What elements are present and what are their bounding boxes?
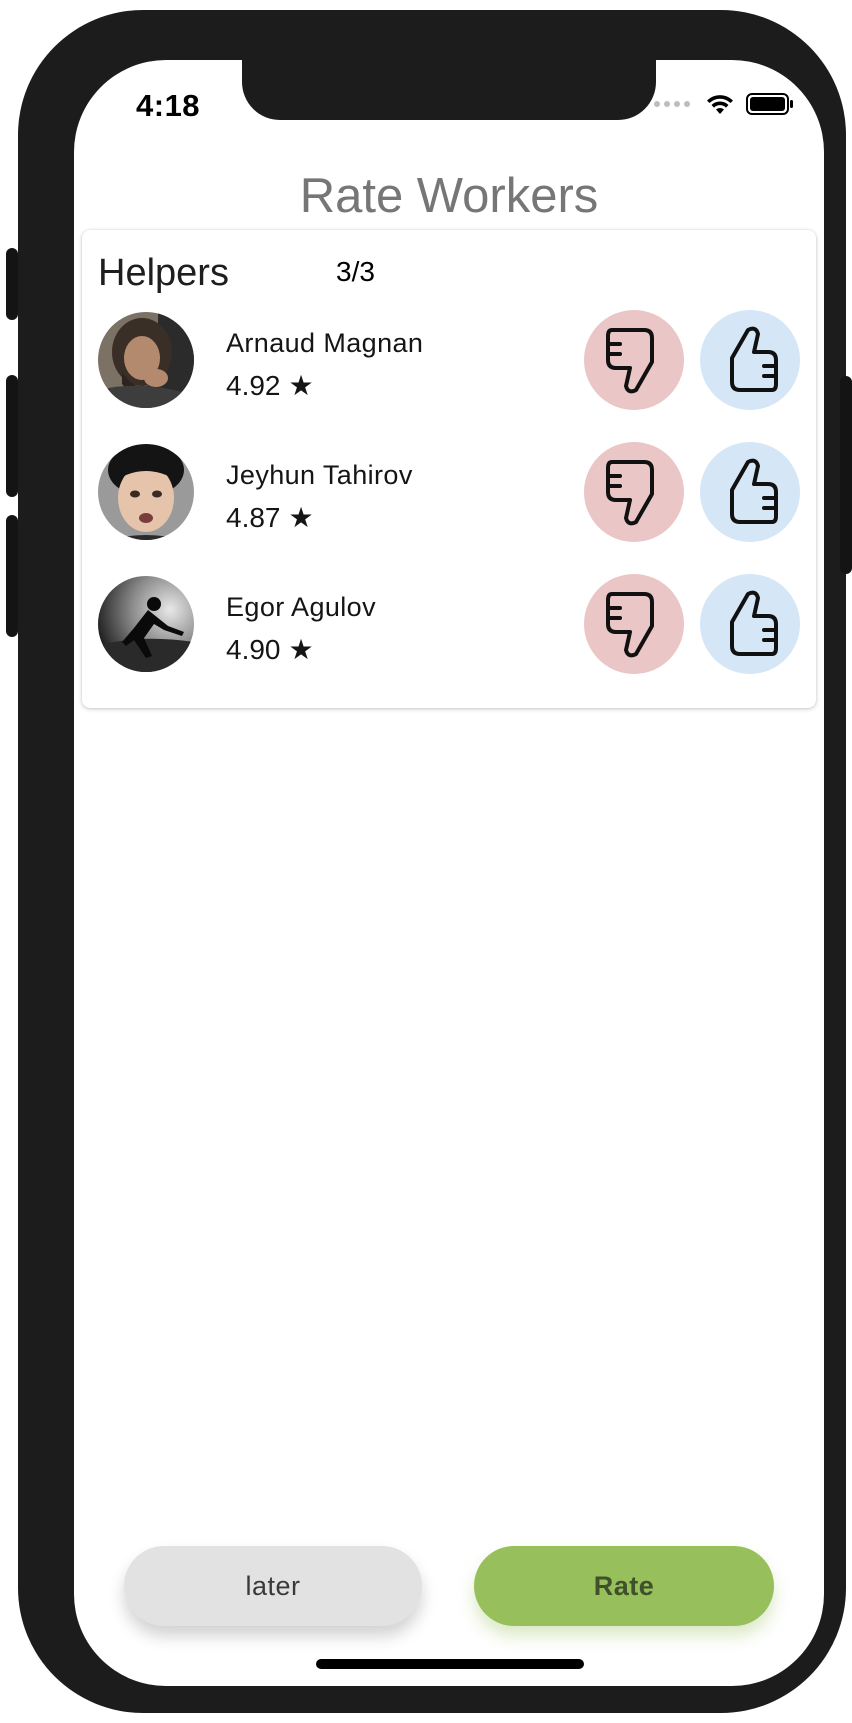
- thumbs-up-icon: [730, 590, 778, 656]
- worker-row: Arnaud Magnan 4.92 ★: [82, 310, 816, 412]
- volume-down-button: [6, 515, 18, 637]
- star-icon: ★: [288, 370, 314, 401]
- power-button: [840, 376, 852, 574]
- thumbs-down-button[interactable]: [584, 310, 684, 410]
- star-icon: ★: [288, 502, 314, 533]
- rating-value: 4.92: [226, 370, 281, 401]
- rate-button[interactable]: Rate: [474, 1546, 774, 1626]
- worker-name: Egor Agulov: [226, 592, 376, 622]
- thumbs-up-icon: [730, 326, 778, 392]
- thumbs-up-button[interactable]: [700, 574, 800, 674]
- worker-rating: 4.92 ★: [226, 370, 314, 402]
- thumbs-down-icon: [606, 592, 654, 658]
- status-time: 4:18: [136, 88, 201, 123]
- app-screen: 4:18 Rate Workers Helpers 3/3 Arnaud Mag…: [74, 60, 824, 1686]
- worker-avatar: [98, 312, 194, 408]
- status-icons: [654, 92, 794, 116]
- thumbs-up-button[interactable]: [700, 442, 800, 542]
- cellular-icon: [654, 101, 690, 107]
- thumbs-down-icon: [606, 460, 654, 526]
- later-button[interactable]: later: [124, 1546, 422, 1626]
- worker-rating: 4.90 ★: [226, 634, 314, 666]
- wifi-icon: [707, 95, 733, 114]
- device-frame: 4:18 Rate Workers Helpers 3/3 Arnaud Mag…: [18, 10, 846, 1713]
- worker-rating: 4.87 ★: [226, 502, 314, 534]
- star-icon: ★: [288, 634, 314, 665]
- rating-value: 4.87: [226, 502, 281, 533]
- notch: [242, 60, 656, 120]
- rating-value: 4.90: [226, 634, 281, 665]
- thumbs-up-icon: [730, 458, 778, 524]
- volume-up-button: [6, 375, 18, 497]
- worker-row: Jeyhun Tahirov 4.87 ★: [82, 442, 816, 544]
- worker-name: Jeyhun Tahirov: [226, 460, 413, 490]
- battery-icon: [746, 93, 793, 115]
- thumbs-down-icon: [606, 328, 654, 394]
- thumbs-down-button[interactable]: [584, 574, 684, 674]
- page-title: Rate Workers: [299, 169, 599, 223]
- worker-name: Arnaud Magnan: [226, 328, 424, 358]
- thumbs-up-button[interactable]: [700, 310, 800, 410]
- worker-row: Egor Agulov 4.90 ★: [82, 574, 816, 676]
- helpers-card: Helpers 3/3 Arnaud Magnan 4.92 ★ Jeyhun …: [82, 230, 816, 708]
- rated-count: 3/3: [336, 256, 375, 287]
- worker-avatar: [98, 444, 194, 540]
- home-indicator: [316, 1659, 584, 1669]
- mute-switch: [6, 248, 18, 320]
- section-title: Helpers: [98, 252, 229, 294]
- thumbs-down-button[interactable]: [584, 442, 684, 542]
- worker-avatar: [98, 576, 194, 672]
